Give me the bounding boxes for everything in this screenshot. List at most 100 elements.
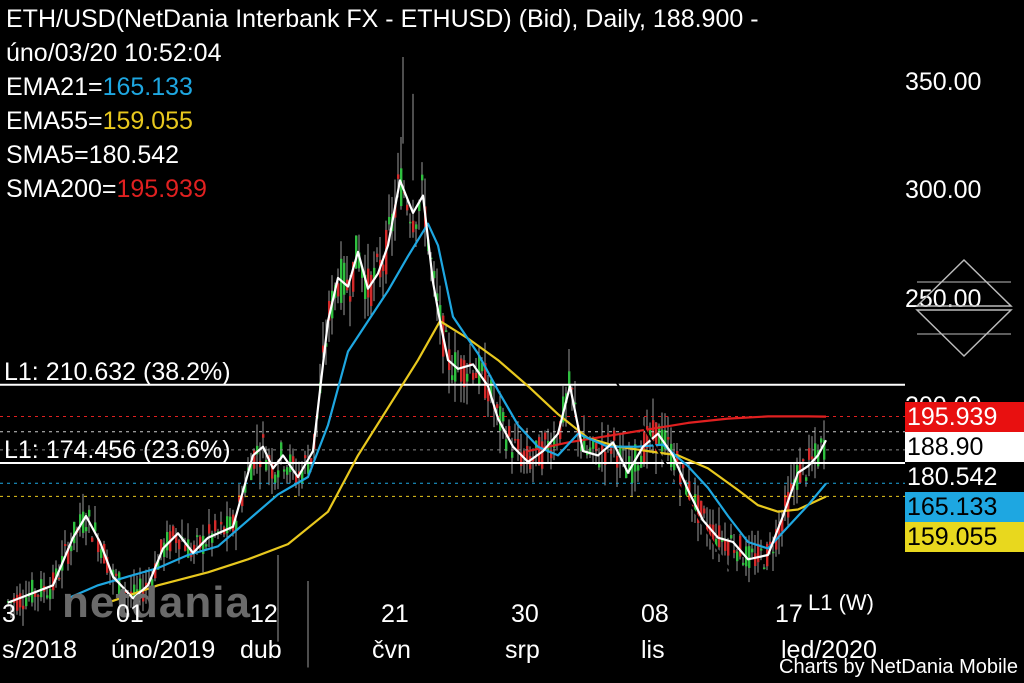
- candle-body: [514, 439, 517, 441]
- candle-body: [637, 465, 640, 471]
- candle-body: [196, 535, 199, 538]
- candle-body: [496, 404, 499, 409]
- candle-body: [214, 520, 217, 532]
- candle-body: [808, 448, 811, 460]
- fibo-label-382: L1: 210.632 (38.2%): [4, 358, 231, 386]
- x-day-label: 12: [250, 600, 278, 628]
- candle-body: [451, 375, 454, 380]
- candle-body: [460, 358, 463, 382]
- indicator-sma200: SMA200=195.939: [6, 172, 207, 206]
- price-tag: 159.055: [905, 522, 1024, 552]
- indicator-label: EMA21=: [6, 73, 103, 101]
- candle-body: [208, 524, 211, 534]
- candle-body: [88, 509, 91, 517]
- candle-body: [421, 174, 424, 181]
- candle-body: [277, 470, 280, 478]
- indicator-label: SMA200=: [6, 175, 117, 203]
- candle-body: [472, 372, 475, 380]
- candle-body: [730, 535, 733, 539]
- candle-body: [475, 372, 478, 379]
- candle-body: [541, 441, 544, 469]
- candle-body: [184, 545, 187, 551]
- candle-body: [205, 544, 208, 547]
- x-day-label: 01: [116, 600, 144, 628]
- indicator-value: 165.133: [102, 73, 193, 101]
- x-month-label: lis: [641, 636, 665, 664]
- x-day-label: 08: [641, 600, 669, 628]
- x-month-label: s/2018: [2, 636, 78, 664]
- candle-body: [19, 593, 22, 608]
- candle-body: [772, 551, 775, 554]
- candle-body: [727, 541, 730, 556]
- candle-body: [733, 550, 736, 553]
- candle-body: [412, 220, 415, 233]
- candle-body: [16, 594, 19, 611]
- candle-body: [37, 595, 40, 597]
- candle-body: [466, 373, 469, 382]
- chart-credit: Charts by NetDania Mobile: [779, 656, 1018, 678]
- indicator-value: 195.939: [116, 175, 207, 203]
- candle-body: [508, 426, 511, 437]
- trendline-line: [402, 28, 761, 621]
- candle-body: [445, 330, 448, 332]
- candle-body: [382, 264, 385, 272]
- candle-body: [406, 204, 409, 211]
- candle-body: [388, 216, 391, 225]
- candle-body: [415, 224, 418, 229]
- indicator-sma5: SMA5=180.542: [6, 138, 179, 172]
- candle-body: [274, 474, 277, 483]
- candle-body: [85, 527, 88, 532]
- candle-body: [409, 221, 412, 224]
- price-tag: 165.133: [905, 492, 1024, 522]
- candle-body: [703, 508, 706, 514]
- candle-body: [802, 459, 805, 462]
- y-label-350: 350.00: [905, 68, 982, 96]
- candle-body: [22, 605, 25, 610]
- candle-body: [46, 595, 49, 598]
- indicator-value: 180.542: [88, 141, 180, 169]
- candle-body: [49, 588, 52, 600]
- scroll-down-icon[interactable]: [915, 308, 1013, 358]
- x-day-label: 21: [381, 600, 409, 628]
- x-month-label: dub: [240, 636, 282, 664]
- fibo-label-236: L1: 174.456 (23.6%): [4, 436, 231, 464]
- candle-body: [463, 360, 466, 388]
- x-month-label: úno/2019: [111, 636, 216, 664]
- candle-body: [262, 434, 265, 438]
- candle-body: [265, 459, 268, 471]
- indicator-lines: [7, 179, 827, 604]
- x-day-label: 30: [511, 600, 539, 628]
- candle-body: [166, 532, 169, 551]
- candle-body: [40, 579, 43, 598]
- candle-body: [748, 546, 751, 568]
- candle-body: [25, 597, 28, 607]
- candle-body: [820, 438, 823, 443]
- candle-body: [397, 174, 400, 179]
- candle-body: [343, 262, 346, 295]
- candle-body: [286, 467, 289, 475]
- candle-body: [751, 548, 754, 553]
- candle-body: [58, 577, 61, 580]
- x-month-label: čvn: [372, 636, 411, 664]
- candle-body: [742, 562, 745, 565]
- indicator-label: SMA5=: [6, 141, 89, 169]
- candle-body: [91, 537, 94, 542]
- candle-body: [310, 458, 313, 463]
- price-tag: 188.90: [905, 432, 1024, 462]
- indicator-value: 159.055: [102, 107, 193, 135]
- candle-body: [718, 525, 721, 548]
- candle-body: [811, 456, 814, 460]
- candle-body: [640, 455, 643, 468]
- chart-title-line2: úno/03/20 10:52:04: [6, 39, 222, 67]
- candle-body: [511, 452, 514, 458]
- price-tag: 180.542: [905, 462, 1024, 492]
- series-sma5: [7, 179, 827, 604]
- candle-body: [739, 535, 742, 557]
- x-day-label: 17: [775, 600, 803, 628]
- candle-body: [538, 437, 541, 466]
- candle-body: [682, 464, 685, 469]
- indicator-ema55: EMA55=159.055: [6, 104, 193, 138]
- candle-body: [220, 521, 223, 525]
- scroll-up-icon[interactable]: [915, 258, 1013, 308]
- candle-body: [349, 296, 352, 302]
